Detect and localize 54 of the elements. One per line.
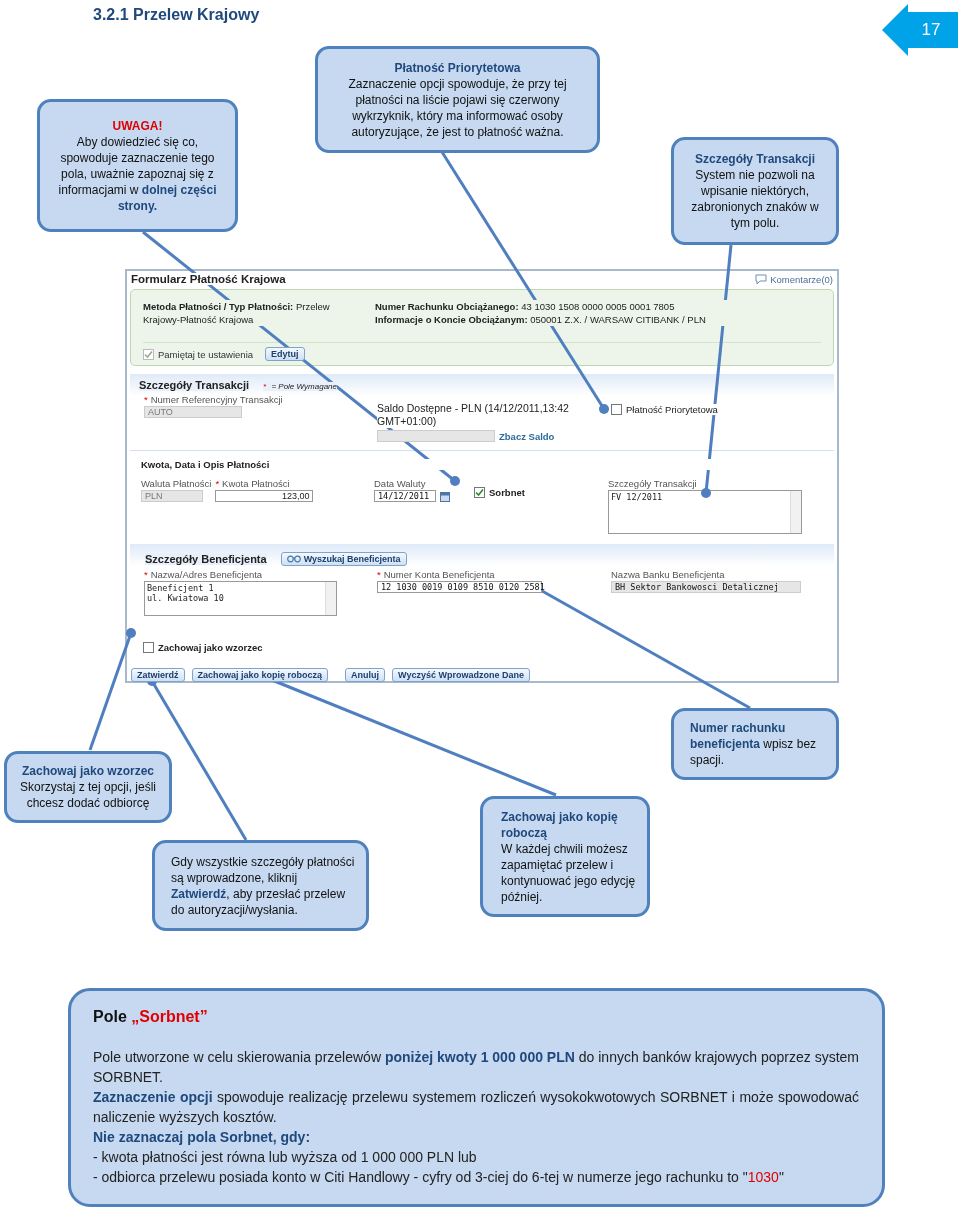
callout-text: Aby dowiedzieć się co, spowoduje zaznaczenie tego pola, uważnie zapoznaj się z informacjami w dolnej części strony.: [57, 133, 218, 214]
callout-title: UWAGA!: [111, 117, 164, 134]
field-label: Data Waluty: [374, 478, 426, 489]
callout-title: Zachowaj jako wzorzec: [20, 763, 155, 779]
checkbox-label: Sorbnet: [489, 487, 525, 498]
calendar-icon: [440, 490, 450, 502]
field-label: Szczegóły Transakcji: [608, 478, 697, 489]
input-field[interactable]: 14/12/2011: [374, 490, 436, 502]
comments-link[interactable]: Komentarze(0): [755, 273, 833, 285]
input-field[interactable]: 123,00: [215, 490, 314, 502]
callout-text: System nie pozwoli na wpisanie niektórych, zabronionych znaków w tym polu.: [690, 167, 820, 231]
checkbox[interactable]: [611, 404, 622, 415]
form-button[interactable]: Wyczyść Wprowadzone Dane: [392, 668, 530, 682]
callout-title: Zachowaj jako kopię roboczą: [501, 808, 619, 841]
callout-text: Skorzystaj z tej opcji, jeśli chcesz dodać odbiorcę: [18, 779, 157, 811]
form-button[interactable]: Anuluj: [345, 668, 386, 682]
callout-title: Płatność Priorytetowa: [393, 59, 522, 76]
callout-text: Zaznaczenie opcji spowoduje, że przy tej płatności na liście pojawi się czerwony wykrzyknik, który ma informować osoby autoryzujące, że jest to płatność ważna.: [347, 75, 568, 140]
balance-link[interactable]: Zbacz Saldo: [499, 430, 555, 442]
checkbox-label: Płatność Priorytetowa: [626, 404, 718, 415]
form-button[interactable]: Zachowaj jako kopię roboczą: [191, 668, 329, 682]
field-label: Kwota Płatności: [222, 478, 290, 489]
text-area[interactable]: Beneficjent 1 ul. Kwiatowa 10: [144, 581, 337, 616]
required-note: * = Pole Wymagane: [263, 382, 337, 391]
list-item: - odbiorca przelewu posiada konto w Citi Handlowy - cyfry od 3-ciej do 6-tej w numerze jego rachunku to "1030": [93, 1168, 785, 1187]
callout-text: Numer rachunku beneficjenta wpisz bez spacji.: [690, 720, 818, 768]
checkbox[interactable]: [143, 642, 154, 653]
page-heading: 3.2.1 Przelew Krajowy: [93, 6, 260, 24]
field-label: Nazwa/Adres Beneficjenta: [150, 569, 263, 580]
section-title: Szczegóły Beneficjenta: [145, 553, 267, 565]
speech-bubble-icon: [755, 273, 768, 285]
checkbox-label: Pamiętaj te ustawienia: [158, 348, 254, 360]
list-title: Nie zaznaczaj pola Sorbnet, gdy:: [93, 1128, 312, 1147]
text-area[interactable]: FV 12/2011: [608, 490, 802, 534]
field-label: Nazwa Banku Beneficjenta: [611, 569, 725, 580]
checkbox-label: Zachowaj jako wzorzec: [158, 642, 263, 653]
callout-title: Szczegóły Transakcji: [693, 151, 817, 167]
page-number: 17: [882, 4, 958, 56]
paragraph: Zaznaczenie opcji spowoduje realizację przelewu systemem rozliczeń wysokokwotowych SORBNET i może spowodować naliczenie wyższych kosztów.: [93, 1088, 859, 1127]
edit-button[interactable]: Edytuj: [265, 347, 305, 361]
section-title: Szczegóły Transakcji: [139, 379, 250, 391]
callout-text: W każdej chwili możesz zapamiętać przelew i kontynuować jego edycję później.: [501, 840, 637, 905]
form-button[interactable]: Zatwierdź: [131, 668, 185, 682]
binoculars-icon: [286, 555, 301, 563]
field-label: Numer Konta Beneficjenta: [383, 569, 495, 580]
paragraph: Pole utworzone w celu skierowania przelewów poniżej kwoty 1 000 000 PLN do innych banków krajowych poprzez system SORBNET.: [93, 1048, 859, 1087]
search-button[interactable]: Wyszukaj Beneficjenta: [280, 552, 407, 566]
info-title: Pole „Sorbnet”: [93, 1007, 209, 1027]
field-label: Waluta Płatności: [141, 478, 212, 489]
list-item: - kwota płatności jest równa lub wyższa od 1 000 000 PLN lub: [93, 1148, 478, 1167]
callout-text: Gdy wszystkie szczegóły płatności są wprowadzone, kliknij Zatwierdź, aby przesłać przelew do autoryzacji/wysłania.: [171, 853, 356, 918]
field-label: Numer Referencyjny Transakcji: [150, 394, 283, 405]
form-title: Formularz Płatność Krajowa: [131, 273, 286, 285]
checkbox[interactable]: [474, 487, 485, 498]
